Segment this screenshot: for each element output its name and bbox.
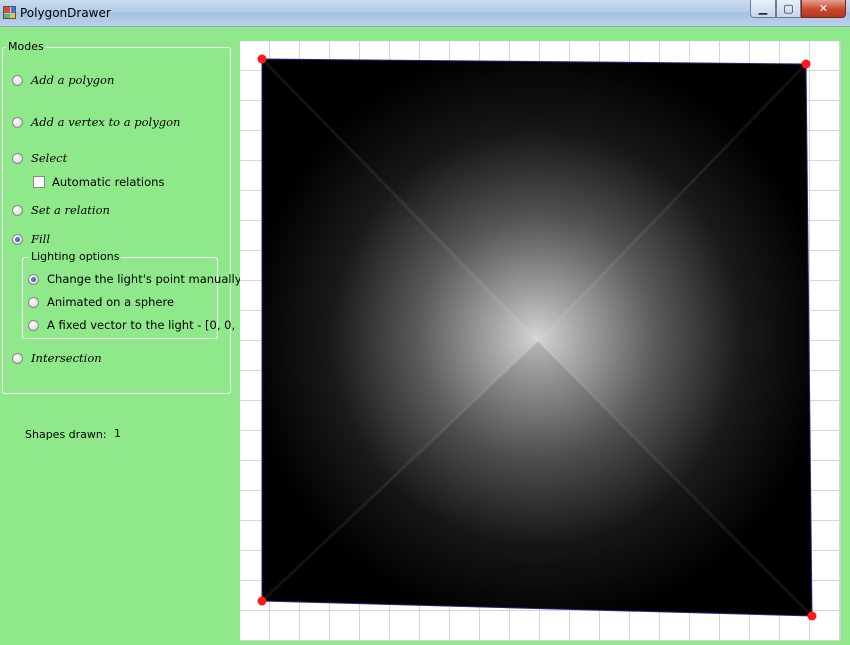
title-bar: PolygonDrawer ▁ ▢ ✕ [0, 0, 850, 27]
minimize-icon: ▁ [758, 2, 768, 15]
checkbox-automatic-relations-label: Automatic relations [52, 175, 165, 189]
radio-add-polygon-indicator[interactable] [12, 74, 23, 86]
radio-add-vertex-indicator[interactable] [12, 116, 23, 128]
window-title: PolygonDrawer [20, 6, 111, 20]
polygon-svg[interactable] [240, 41, 840, 641]
radio-select-label: Select [31, 151, 68, 165]
minimize-button[interactable]: ▁ [750, 0, 776, 18]
radio-select[interactable]: Select [12, 151, 67, 165]
radio-add-polygon[interactable]: Add a polygon [12, 73, 114, 87]
radio-set-relation-indicator[interactable] [12, 204, 23, 216]
lighting-options-title: Lighting options [29, 250, 122, 263]
radio-light-animated-indicator[interactable] [28, 296, 39, 308]
radio-light-manual-label: Change the light's point manually [47, 272, 242, 286]
close-button[interactable]: ✕ [801, 0, 846, 18]
shapes-drawn-label: Shapes drawn: [25, 428, 107, 441]
radio-add-vertex-label: Add a vertex to a polygon [31, 115, 181, 129]
radio-light-manual-indicator[interactable] [28, 273, 39, 285]
polygon-fill-group [262, 59, 812, 616]
vertex-handle[interactable] [801, 59, 811, 69]
radio-select-indicator[interactable] [12, 152, 23, 164]
maximize-icon: ▢ [783, 2, 794, 15]
app-icon [3, 6, 16, 19]
vertex-handle[interactable] [257, 596, 267, 606]
shapes-drawn-count: 1 [114, 427, 121, 440]
radio-light-fixed[interactable]: A fixed vector to the light - [0, 0, 1] [28, 318, 251, 332]
radio-fill[interactable]: Fill [12, 232, 50, 246]
close-icon: ✕ [818, 2, 829, 15]
radio-intersection-label: Intersection [31, 351, 102, 365]
radio-fill-indicator[interactable] [12, 233, 23, 245]
modes-groupbox-title: Modes [6, 40, 46, 53]
vertex-handle[interactable] [257, 54, 267, 64]
modes-groupbox [2, 47, 231, 394]
radio-light-animated[interactable]: Animated on a sphere [28, 295, 174, 309]
radio-fill-label: Fill [31, 232, 51, 246]
maximize-button[interactable]: ▢ [776, 0, 801, 18]
radio-light-animated-label: Animated on a sphere [47, 295, 175, 309]
window-controls: ▁ ▢ ✕ [750, 0, 846, 19]
vertex-handle[interactable] [807, 611, 817, 621]
radio-set-relation-label: Set a relation [31, 203, 110, 217]
radio-add-vertex[interactable]: Add a vertex to a polygon [12, 115, 180, 129]
checkbox-automatic-relations-box[interactable] [33, 176, 45, 188]
radio-add-polygon-label: Add a polygon [31, 73, 115, 87]
radio-light-manual[interactable]: Change the light's point manually [28, 272, 242, 286]
radio-intersection[interactable]: Intersection [12, 351, 102, 365]
radio-light-fixed-label: A fixed vector to the light - [0, 0, 1] [47, 318, 251, 332]
checkbox-automatic-relations[interactable]: Automatic relations [33, 175, 164, 189]
radio-light-fixed-indicator[interactable] [28, 319, 39, 331]
radio-set-relation[interactable]: Set a relation [12, 203, 110, 217]
radio-intersection-indicator[interactable] [12, 352, 23, 364]
drawing-canvas[interactable] [240, 41, 841, 641]
